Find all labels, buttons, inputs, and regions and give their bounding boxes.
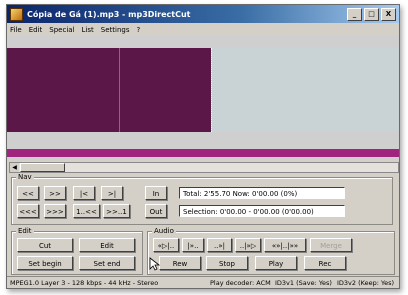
menu-special[interactable]: Special — [49, 26, 74, 34]
app-window: Cópia de Gá (1).mp3 - mp3DirectCut _ □ X… — [6, 4, 400, 289]
close-button[interactable]: X — [381, 7, 396, 21]
out-button[interactable]: Out — [145, 204, 167, 218]
app-icon — [10, 7, 23, 21]
mouse-cursor-icon — [149, 257, 161, 271]
selection-readout: Selection: 0'00.00 - 0'00.00 (0'00.00) — [179, 205, 345, 217]
skip-begin-button[interactable]: |».. — [182, 238, 204, 252]
rewind-button[interactable]: << — [17, 186, 39, 200]
cut-button[interactable]: Cut — [17, 238, 73, 252]
playback-cursor[interactable] — [119, 48, 120, 132]
merge-button[interactable]: Merge — [310, 238, 352, 252]
horizontal-scrollbar[interactable]: ◀ — [9, 162, 399, 173]
edit-label: Edit — [16, 227, 34, 235]
play-to-end-button[interactable]: ..|»▷ — [235, 238, 261, 252]
jump-forward-button[interactable]: >>..1 — [103, 204, 130, 218]
stop-button[interactable]: Stop — [206, 256, 248, 270]
menu-list[interactable]: List — [82, 26, 94, 34]
rec-button[interactable]: Rec — [304, 256, 346, 270]
jump-back-button[interactable]: 1..<< — [73, 204, 100, 218]
window-title: Cópia de Gá (1).mp3 - mp3DirectCut — [27, 9, 191, 19]
status-format: MPEG1.0 Layer 3 - 128 kbps - 44 kHz - St… — [10, 279, 159, 287]
status-decoder: Play decoder: ACM — [210, 279, 271, 287]
waveform-view[interactable] — [7, 36, 399, 160]
position-readout: Total: 2'55.70 Now: 0'00.00 (0%) — [179, 187, 345, 199]
menu-settings[interactable]: Settings — [101, 26, 130, 34]
menu-bar: File Edit Special List Settings ? — [7, 23, 399, 36]
maximize-button[interactable]: □ — [364, 7, 379, 21]
play-around-button[interactable]: «»|..|»» — [264, 238, 306, 252]
in-button[interactable]: In — [145, 186, 167, 200]
minimize-button[interactable]: _ — [347, 7, 362, 21]
menu-help[interactable]: ? — [136, 26, 140, 34]
fast-forward-button[interactable]: >>> — [44, 204, 66, 218]
nav-label: Nav — [16, 173, 34, 181]
audio-label: Audio — [152, 227, 176, 235]
nav-group — [11, 177, 393, 225]
scroll-thumb[interactable] — [20, 163, 65, 172]
edit-button[interactable]: Edit — [79, 238, 135, 252]
go-end-button[interactable]: >| — [101, 186, 123, 200]
status-bar: MPEG1.0 Layer 3 - 128 kbps - 44 kHz - St… — [7, 276, 399, 288]
waveform-area — [212, 48, 399, 132]
skip-end-button[interactable]: ..»| — [207, 238, 232, 252]
forward-button[interactable]: >> — [44, 186, 66, 200]
set-begin-button[interactable]: Set begin — [17, 256, 73, 270]
fast-rewind-button[interactable]: <<< — [17, 204, 39, 218]
play-button[interactable]: Play — [255, 256, 297, 270]
overview-bar[interactable] — [7, 149, 399, 157]
play-from-begin-button[interactable]: «▷|.. — [153, 238, 179, 252]
title-bar[interactable]: Cópia de Gá (1).mp3 - mp3DirectCut _ □ X — [7, 5, 399, 23]
rew-button[interactable]: Rew — [159, 256, 201, 270]
menu-edit[interactable]: Edit — [29, 26, 43, 34]
scroll-left-icon[interactable]: ◀ — [10, 163, 19, 172]
status-id3v1: ID3v1 (Save: Yes) — [275, 279, 332, 287]
set-end-button[interactable]: Set end — [79, 256, 135, 270]
status-id3v2: ID3v2 (Keep: Yes) — [337, 279, 394, 287]
go-start-button[interactable]: |< — [73, 186, 95, 200]
selection-region — [7, 48, 211, 132]
menu-file[interactable]: File — [10, 26, 22, 34]
